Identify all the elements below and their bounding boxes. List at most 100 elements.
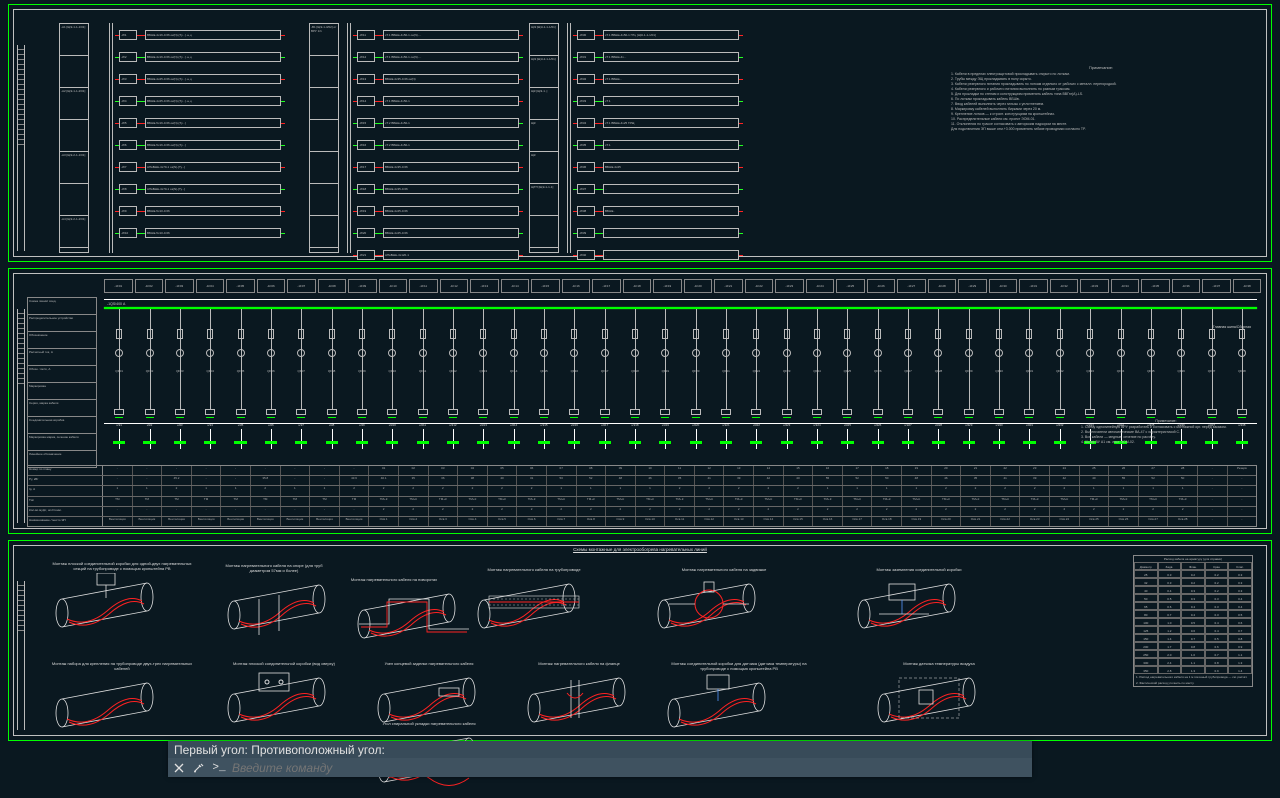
sub-feeder: нЭ4 — [195, 429, 225, 459]
feeder-header: -1F37 — [1202, 279, 1231, 293]
feeder-header: -1F22 — [745, 279, 774, 293]
cable-run: -W34xТ.1 ВБШв-4х25 ГРЩ — [573, 115, 743, 135]
sld-data-table: Номер по плану---------01020304050607080… — [27, 465, 1257, 527]
sld-rowhead: Маркировка — [27, 382, 97, 400]
feeder-header: -1F11 — [409, 279, 438, 293]
detail-title: Монтаж заземления соединительной коробки — [849, 567, 989, 572]
sub-feeder: нЭ1 — [104, 429, 134, 459]
detail-drawing — [219, 575, 349, 645]
mounting-detail: Монтаж набора для крепления на трубопров… — [47, 661, 197, 743]
ladder-marks-top — [17, 45, 25, 251]
cable-run: -W36ВБШв-4х25 — [573, 159, 743, 179]
sld-rowhead: Расчетный ток, А — [27, 348, 97, 366]
sub-feeder: нЭ10 — [377, 429, 407, 459]
detail-drawing — [519, 668, 649, 738]
cable-run: -W5ВБШв-5х16-0.66 ок(N)-[Ту...] — [115, 115, 285, 135]
cable-run: -W32xТ.1 ВБШв... — [573, 71, 743, 91]
detail-drawing — [219, 668, 349, 738]
detail-title: Монтаж датчика температуры воздуха — [869, 661, 1009, 666]
ladder-marks-mid — [17, 309, 25, 523]
bus-right-label: Главная шина/Сборная — [1213, 325, 1251, 329]
feeder-header: -1F38 — [1233, 279, 1262, 293]
mounting-detail: Монтаж датчика температуры воздуха — [869, 661, 1009, 738]
sub-feeder: нЭ12 — [438, 429, 468, 459]
cable-run: -W4ВБШв-4х25-0.66 ок(N)-[Ту...] -н,ц — [115, 93, 285, 113]
command-input[interactable] — [232, 761, 1028, 775]
cable-run: -W14xТ.1 ВБШв-4х50-1 — [353, 93, 523, 113]
cable-run: -W35xТ.1 — [573, 137, 743, 157]
feeder-header: -1F25 — [836, 279, 865, 293]
table-row: 1501.40.70.50.8 — [1134, 634, 1252, 642]
mounting-detail: Монтаж нагревательного кабеля на поворот… — [349, 577, 439, 654]
detail-drawing — [47, 673, 177, 743]
sub-feeder: нЭ18 — [620, 429, 650, 459]
sub-feeder: нЭ27 — [893, 429, 923, 459]
table-row: 320.30.20.20.3 — [1134, 578, 1252, 586]
wiring-label-column: -B1 [ЩЭ-1-3/02] от ВРУ 1/1 — [309, 23, 339, 253]
sheet-bot-frame: Схемы монтажные для электрообогрева нагр… — [8, 540, 1272, 741]
command-history-line: Первый угол: Противоположный угол: — [168, 741, 1032, 758]
table-row: Iр, А11211211222222211112222211112222211… — [28, 486, 1256, 496]
feeder-header: -1F14 — [501, 279, 530, 293]
feeder-header: -1F05 — [226, 279, 255, 293]
table-row: ТипТМТМТМТМТМТМТМТМТМТМ+КТМ+КТМ+КТМ+КТМ+… — [28, 497, 1256, 507]
detail-title: Угол спиральной укладки нагревательного … — [369, 721, 489, 726]
table-row: 2001.70.80.60.9 — [1134, 642, 1252, 650]
sld-header-row: -1F01-1F02-1F03-1F04-1F05-1F06-1F07-1F08… — [104, 279, 1261, 293]
command-line-panel: Первый угол: Противоположный угол: >_ — [168, 741, 1032, 777]
mounting-detail: Монтаж нагревательного кабеля на задвижк… — [649, 567, 799, 644]
bus-riser — [109, 23, 110, 253]
customize-icon[interactable] — [192, 761, 206, 775]
table-row: 2502.01.00.71.1 — [1134, 650, 1252, 658]
feeder-header: -1F34 — [1111, 279, 1140, 293]
main-switch-label: -1QS/400 А — [107, 302, 125, 306]
cable-run: -W21АПвБШв-4х120-1 — [353, 247, 523, 267]
detail-drawing — [47, 573, 177, 643]
detail-drawing — [849, 574, 979, 644]
cable-run: -W2ВБШв-4х16-0.66 ок(N)-[Ту...] -н,ц — [115, 49, 285, 69]
sld-rowhead: Соединительная коробка — [27, 416, 97, 434]
table-row: 1001.00.50.40.6 — [1134, 618, 1252, 626]
note-line: 2. Фактический расход уточнить по месту. — [1134, 680, 1252, 686]
cable-run: -W30xТ.1 ВБШв-4х50-1 ПГц [ЩЭ-1-1-1/01] — [573, 27, 743, 47]
sub-feeder: нЭ17 — [590, 429, 620, 459]
drawing-canvas[interactable]: -A1 [ЩЭ-1-1-1/01]-A2 [ЩЭ-1-1-2/01]-A3 [Щ… — [0, 0, 1280, 741]
feeder-header: -1F02 — [135, 279, 164, 293]
feeder-header: -1F16 — [562, 279, 591, 293]
table-row: 1251.20.60.40.7 — [1134, 626, 1252, 634]
sub-feeder: нЭ20 — [681, 429, 711, 459]
sub-feeder: нЭ31 — [1014, 429, 1044, 459]
sub-feeder: нЭ25 — [832, 429, 862, 459]
close-icon[interactable] — [172, 761, 186, 775]
feeder-header: -1F27 — [897, 279, 926, 293]
mounting-detail: Монтаж соединительной коробки для датчик… — [659, 661, 819, 743]
feeder-header: -1F10 — [379, 279, 408, 293]
feeder-header: -1F29 — [958, 279, 987, 293]
sld-rowhead: Обозначение — [27, 331, 97, 349]
sub-feeder: нЭ9 — [347, 429, 377, 459]
sub-feeder: нЭ19 — [650, 429, 680, 459]
cable-run: -W13ВБШв-4х35-0.66 ок(N) — [353, 71, 523, 91]
feeder-header: -1F09 — [348, 279, 377, 293]
feeder-header: -1F12 — [440, 279, 469, 293]
prompt-icon: >_ — [212, 761, 226, 775]
sub-feeder: нЭ2 — [134, 429, 164, 459]
feeder-header: -1F06 — [257, 279, 286, 293]
sub-feeder: нЭ22 — [741, 429, 771, 459]
sub-feeder: нЭ13 — [468, 429, 498, 459]
cable-run: -W33xТ.1 — [573, 93, 743, 113]
table-row: 800.70.40.30.5 — [1134, 610, 1252, 618]
command-input-row: >_ — [168, 758, 1032, 777]
detail-title: Монтаж соединительной коробки для датчик… — [659, 661, 819, 671]
cable-run: -W31xТ.1 ВБШв-4х... — [573, 49, 743, 69]
feeder-header: -1F08 — [318, 279, 347, 293]
cable-run: -W15xТ.2 ВБШв-4х50-1 — [353, 115, 523, 135]
sub-feeder: нЭ28 — [923, 429, 953, 459]
mounting-detail: Монтаж плоской соединительной коробки дл… — [47, 561, 197, 643]
cable-run: -W3ВБШв-4х25-0.66 ок(N)-[Ту...] -н,ц — [115, 71, 285, 91]
mounting-detail: Монтаж нагревательного кабеля на трубопр… — [469, 567, 599, 644]
cable-run: -W16xТ.2 ВБШв-4х50-1 — [353, 137, 523, 157]
detail-title: Монтаж плоской соединительной коробки дл… — [47, 561, 197, 571]
wiring-label-column: -A1 [ЩЭ-1-1-1/01]-A2 [ЩЭ-1-1-2/01]-A3 [Щ… — [59, 23, 89, 253]
cable-run: -W39.. — [573, 225, 743, 245]
